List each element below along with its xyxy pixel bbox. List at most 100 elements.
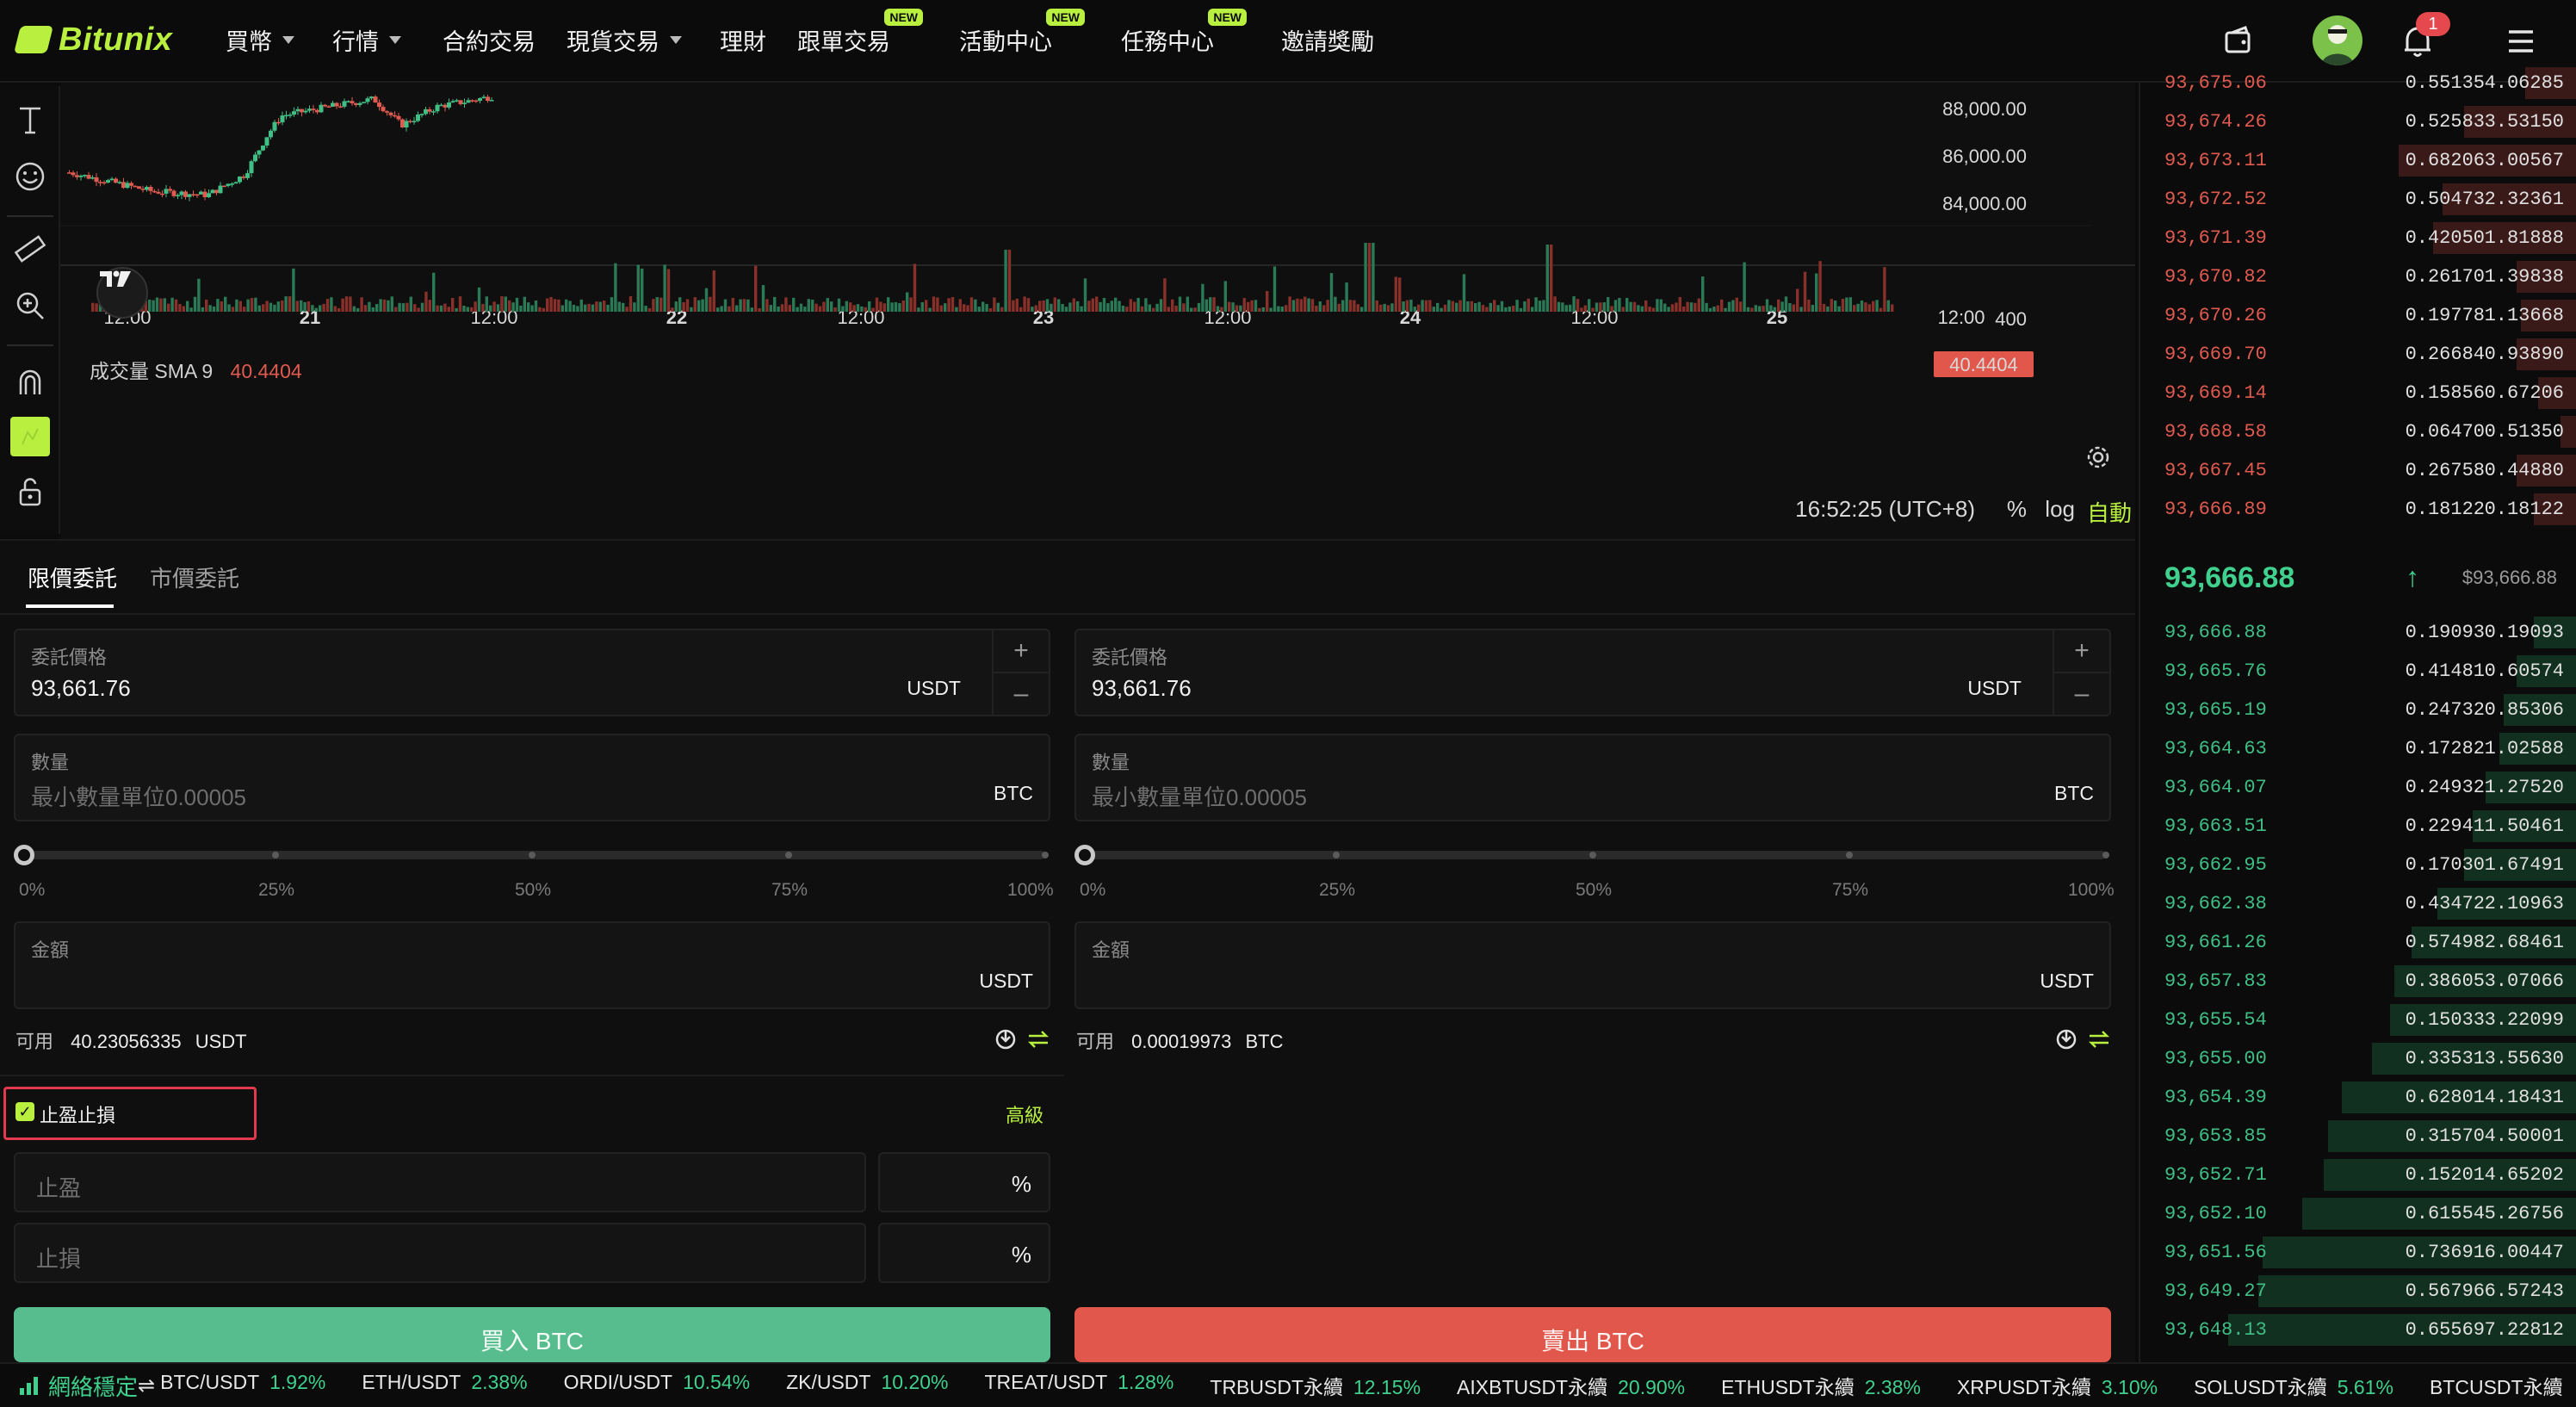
chart-settings-icon[interactable] bbox=[2085, 444, 2111, 470]
tab-limit-order[interactable]: 限價委託 bbox=[28, 561, 117, 593]
sell-price-field[interactable]: 委託價格 93,661.76 USDT + – bbox=[1074, 629, 2111, 716]
ticker-item[interactable]: ETHUSDT永續 2.38% bbox=[1721, 1371, 1921, 1400]
bid-row[interactable]: 93,655.00 0.33531 3.55630 bbox=[2140, 1039, 2576, 1078]
bid-row[interactable]: 93,665.76 0.41481 0.60574 bbox=[2140, 652, 2576, 691]
nav-item-4[interactable]: 理財 bbox=[720, 21, 766, 59]
buy-btc-button[interactable]: 買入 BTC bbox=[14, 1307, 1050, 1362]
sell-slider-mark[interactable]: 0% bbox=[1080, 880, 1105, 901]
bid-row[interactable]: 93,657.83 0.38605 3.07066 bbox=[2140, 962, 2576, 1001]
bid-row[interactable]: 93,664.07 0.24932 1.27520 bbox=[2140, 768, 2576, 807]
ask-row[interactable]: 93,672.52 0.50473 2.32361 bbox=[2140, 180, 2576, 219]
nav-item-8[interactable]: 邀請獎勵 bbox=[1281, 21, 1374, 59]
sell-slider-handle[interactable] bbox=[1074, 845, 1095, 865]
sell-slider-mark[interactable]: 50% bbox=[1576, 880, 1612, 901]
unlock-tool-icon[interactable] bbox=[10, 472, 50, 511]
bid-row[interactable]: 93,655.54 0.15033 3.22099 bbox=[2140, 1001, 2576, 1039]
ticker-item[interactable]: BTCUSDT永續 bbox=[2430, 1371, 2563, 1400]
bid-row[interactable]: 93,654.39 0.62801 4.18431 bbox=[2140, 1078, 2576, 1117]
ticker-item[interactable]: ETH/USDT 2.38% bbox=[362, 1371, 527, 1400]
ticker-item[interactable]: ZK/USDT 10.20% bbox=[786, 1371, 948, 1400]
bid-row[interactable]: 93,666.88 0.19093 0.19093 bbox=[2140, 613, 2576, 652]
sell-transfer-icon[interactable] bbox=[2087, 1028, 2111, 1051]
take-profit-input[interactable]: 止盈 bbox=[14, 1152, 866, 1212]
sell-slider-mark[interactable]: 25% bbox=[1319, 880, 1355, 901]
buy-slider-handle[interactable] bbox=[14, 845, 34, 865]
ask-row[interactable]: 93,668.58 0.06470 0.51350 bbox=[2140, 412, 2576, 451]
sell-slider-mark[interactable]: 75% bbox=[1832, 880, 1868, 901]
buy-amount-field[interactable]: 金額 USDT bbox=[14, 921, 1050, 1009]
buy-price-field[interactable]: 委託價格 93,661.76 USDT + – bbox=[14, 629, 1050, 716]
sell-price-increment-button[interactable]: + bbox=[2054, 630, 2109, 673]
bid-row[interactable]: 93,662.95 0.17030 1.67491 bbox=[2140, 846, 2576, 884]
ticker-item[interactable]: SOLUSDT永續 5.61% bbox=[2194, 1371, 2393, 1400]
ask-row[interactable]: 93,669.14 0.15856 0.67206 bbox=[2140, 374, 2576, 412]
bid-row[interactable]: 93,649.27 0.56796 6.57243 bbox=[2140, 1272, 2576, 1311]
tpsl-checkbox[interactable]: ✓ bbox=[15, 1102, 34, 1121]
bid-row[interactable]: 93,661.26 0.57498 2.68461 bbox=[2140, 923, 2576, 962]
zoom-in-tool-icon[interactable] bbox=[10, 286, 50, 325]
ticker-item[interactable]: XRPUSDT永續 3.10% bbox=[1957, 1371, 2158, 1400]
ruler-tool-icon[interactable] bbox=[10, 229, 50, 269]
ask-row[interactable]: 93,675.06 0.55135 4.06285 bbox=[2140, 64, 2576, 102]
ask-row[interactable]: 93,666.89 0.18122 0.18122 bbox=[2140, 490, 2576, 529]
nav-item-0[interactable]: 買幣 bbox=[226, 21, 294, 59]
stop-loss-percent-input[interactable]: % bbox=[878, 1223, 1050, 1283]
take-profit-percent-input[interactable]: % bbox=[878, 1152, 1050, 1212]
bid-row[interactable]: 93,652.71 0.15201 4.65202 bbox=[2140, 1156, 2576, 1194]
text-tool-icon[interactable] bbox=[10, 100, 50, 139]
magnet-tool-icon[interactable] bbox=[10, 362, 50, 401]
tpsl-advanced-link[interactable]: 高級 bbox=[1006, 1100, 1043, 1128]
nav-item-3[interactable]: 現貨交易 bbox=[567, 21, 682, 59]
bid-row[interactable]: 93,665.19 0.24732 0.85306 bbox=[2140, 691, 2576, 729]
auto-scale-toggle[interactable]: 自動 bbox=[2087, 496, 2132, 528]
nav-item-1[interactable]: 行情 bbox=[332, 21, 401, 59]
nav-item-7[interactable]: 任務中心 NEW bbox=[1121, 9, 1247, 59]
price-chart[interactable]: 88,000.00 86,000.00 84,000.00 400 40.4404 12:… bbox=[60, 83, 2135, 539]
buy-amount-slider[interactable] bbox=[14, 845, 1049, 865]
ticker-item[interactable]: TRBUSDT永續 12.15% bbox=[1210, 1371, 1421, 1400]
sell-deposit-icon[interactable] bbox=[2054, 1026, 2078, 1051]
buy-slider-mark[interactable]: 25% bbox=[258, 880, 294, 901]
bid-row[interactable]: 93,648.13 0.65569 7.22812 bbox=[2140, 1311, 2576, 1349]
ask-row[interactable]: 93,670.26 0.19778 1.13668 bbox=[2140, 296, 2576, 335]
buy-slider-mark[interactable]: 50% bbox=[515, 880, 551, 901]
ask-row[interactable]: 93,673.11 0.68206 3.00567 bbox=[2140, 141, 2576, 180]
ask-row[interactable]: 93,670.82 0.26170 1.39838 bbox=[2140, 257, 2576, 296]
nav-item-6[interactable]: 活動中心 NEW bbox=[959, 9, 1085, 59]
ask-row[interactable]: 93,669.70 0.26684 0.93890 bbox=[2140, 335, 2576, 374]
candlestick-chart-canvas[interactable]: 88,000.00 86,000.00 84,000.00 400 40.4404 12:… bbox=[60, 83, 2135, 487]
ticker-item[interactable]: BTC/USDT 1.92% bbox=[160, 1371, 325, 1400]
sell-amount-field[interactable]: 金額 USDT bbox=[1074, 921, 2111, 1009]
tab-market-order[interactable]: 市價委託 bbox=[150, 561, 239, 593]
brand-logo[interactable]: Bitunix bbox=[14, 15, 172, 64]
sell-slider-mark[interactable]: 100% bbox=[2068, 880, 2115, 901]
bid-row[interactable]: 93,663.51 0.22941 1.50461 bbox=[2140, 807, 2576, 846]
user-avatar[interactable] bbox=[2313, 15, 2362, 65]
sell-btc-button[interactable]: 賣出 BTC bbox=[1074, 1307, 2111, 1362]
ticker-item[interactable]: AIXBTUSDT永續 20.90% bbox=[1457, 1371, 1685, 1400]
wallet-icon[interactable] bbox=[2221, 24, 2256, 59]
sell-price-decrement-button[interactable]: – bbox=[2054, 673, 2109, 715]
ask-row[interactable]: 93,671.39 0.42050 1.81888 bbox=[2140, 219, 2576, 257]
tradingview-logo-icon[interactable] bbox=[96, 267, 148, 319]
ticker-item[interactable]: TREAT/USDT 1.28% bbox=[984, 1371, 1173, 1400]
lock-drawings-active-icon[interactable] bbox=[10, 417, 50, 456]
percent-scale-toggle[interactable]: % bbox=[2007, 496, 2027, 523]
ask-row[interactable]: 93,674.26 0.52583 3.53150 bbox=[2140, 102, 2576, 141]
buy-transfer-icon[interactable] bbox=[1026, 1028, 1050, 1051]
nav-item-5[interactable]: 跟單交易 NEW bbox=[797, 9, 923, 59]
buy-quantity-field[interactable]: 數量 最小數量單位0.00005 BTC bbox=[14, 734, 1050, 821]
buy-slider-mark[interactable]: 75% bbox=[771, 880, 808, 901]
hamburger-menu-icon[interactable] bbox=[2504, 26, 2538, 57]
sell-quantity-field[interactable]: 數量 最小數量單位0.00005 BTC bbox=[1074, 734, 2111, 821]
bid-row[interactable]: 93,653.85 0.31570 4.50001 bbox=[2140, 1117, 2576, 1156]
emoji-tool-icon[interactable] bbox=[10, 157, 50, 196]
buy-slider-mark[interactable]: 100% bbox=[1007, 880, 1054, 901]
bid-row[interactable]: 93,662.38 0.43472 2.10963 bbox=[2140, 884, 2576, 923]
ticker-swap-icon[interactable]: ⇌ bbox=[138, 1373, 155, 1398]
sell-amount-slider[interactable] bbox=[1074, 845, 2109, 865]
ticker-item[interactable]: ORDI/USDT 10.54% bbox=[564, 1371, 751, 1400]
buy-price-increment-button[interactable]: + bbox=[994, 630, 1049, 673]
buy-price-decrement-button[interactable]: – bbox=[994, 673, 1049, 715]
bid-row[interactable]: 93,664.63 0.17282 1.02588 bbox=[2140, 729, 2576, 768]
